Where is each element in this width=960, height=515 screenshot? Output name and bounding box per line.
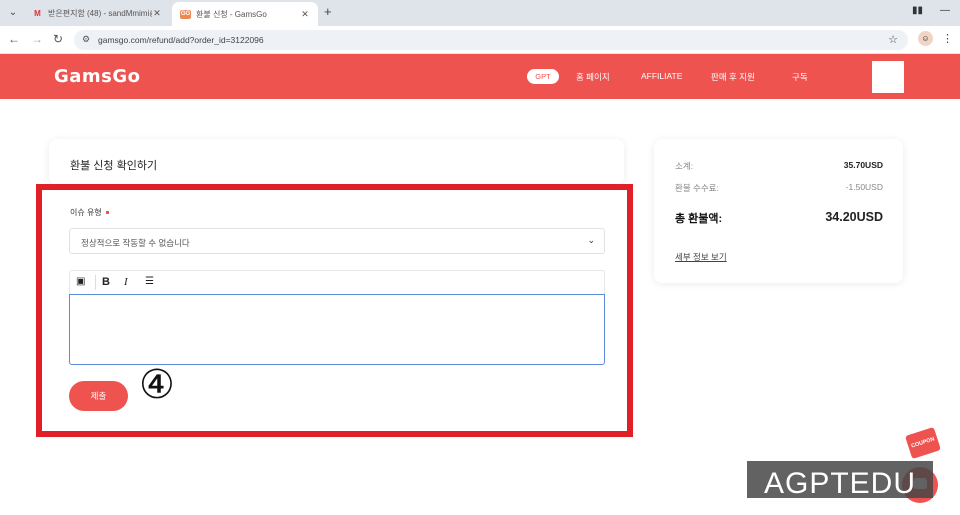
new-tab-icon[interactable]: + <box>324 4 332 19</box>
tab-title: 받은편지함 (48) - sandMmimi@... <box>48 8 152 18</box>
fee-label: 환불 수수료: <box>675 183 719 193</box>
issue-type-label-text: 이슈 유형 <box>70 208 102 217</box>
gamsgo-logo[interactable]: GamsGo <box>54 66 141 87</box>
view-details-link[interactable]: 세부 정보 보기 <box>675 251 727 263</box>
watermark: AGPTEDU <box>747 461 933 498</box>
fee-value: -1.50USD <box>845 182 883 192</box>
omnibox[interactable]: ⚙ gamsgo.com/refund/add?order_id=3122096… <box>74 30 908 50</box>
url-text[interactable]: gamsgo.com/refund/add?order_id=3122096 <box>98 35 264 45</box>
address-bar-row: ← → ↻ ⚙ gamsgo.com/refund/add?order_id=3… <box>0 26 960 54</box>
tab-gamsgo-active[interactable]: GG 환불 신청 - GamsGo ✕ <box>172 2 318 26</box>
issue-type-label: 이슈 유형 <box>70 207 109 218</box>
page-title: 환불 신청 확인하기 <box>70 160 158 172</box>
nav-subscription[interactable]: 구독 <box>792 71 808 83</box>
subtotal-value: 35.70USD <box>843 160 883 170</box>
tab-search-icon[interactable]: ⌄ <box>6 6 20 20</box>
coupon-badge[interactable]: COUPON <box>905 426 941 460</box>
total-value: 34.20USD <box>825 210 883 224</box>
list-icon[interactable]: ☰ <box>145 276 154 287</box>
site-header: GamsGo GPT 홈 페이지 AFFILIATE 판매 후 지원 구독 <box>0 54 960 99</box>
bold-icon[interactable]: B <box>102 276 110 288</box>
gmail-icon: M <box>34 8 41 18</box>
nav-home[interactable]: 홈 페이지 <box>576 71 610 83</box>
back-icon[interactable]: ← <box>8 32 20 46</box>
media-icon[interactable]: ▮▮ <box>912 5 923 16</box>
submit-button[interactable]: 제출 <box>69 381 128 411</box>
user-menu-button[interactable] <box>872 61 904 93</box>
subtotal-label: 소계: <box>675 161 694 171</box>
description-editor[interactable] <box>69 294 605 365</box>
nav-affiliate[interactable]: AFFILIATE <box>641 71 682 81</box>
reload-icon[interactable]: ↻ <box>53 32 63 46</box>
required-marker <box>105 211 109 215</box>
browser-tab-strip: ⌄ M 받은편지함 (48) - sandMmimi@... ✕ GG 환불 신… <box>0 0 960 26</box>
site-info-icon[interactable]: ⚙ <box>82 34 90 45</box>
total-label: 총 환불액: <box>675 213 723 225</box>
close-icon[interactable]: ✕ <box>152 8 162 19</box>
nav-support[interactable]: 판매 후 지원 <box>711 71 755 83</box>
minimize-icon[interactable]: — <box>940 5 950 16</box>
close-icon[interactable]: ✕ <box>300 9 310 20</box>
step-number-annotation: ④ <box>139 362 175 408</box>
refund-title-card: 환불 신청 확인하기 <box>49 139 624 185</box>
image-icon[interactable]: ▣ <box>76 276 85 287</box>
editor-toolbar: ▣ B I ☰ <box>69 270 605 294</box>
chevron-down-icon: ⌄ <box>587 235 595 245</box>
issue-type-value: 정상적으로 작동할 수 없습니다 <box>81 238 190 248</box>
issue-type-select[interactable]: 정상적으로 작동할 수 없습니다 ⌄ <box>69 228 605 254</box>
menu-kebab-icon[interactable]: ⋮ <box>942 32 953 45</box>
bookmark-star-icon[interactable]: ☆ <box>888 33 898 46</box>
gpt-pill-button[interactable]: GPT <box>527 69 559 84</box>
italic-icon[interactable]: I <box>124 276 128 288</box>
profile-avatar[interactable]: ☺ <box>918 31 933 46</box>
gamsgo-icon: GG <box>180 9 191 19</box>
tab-title: 환불 신청 - GamsGo <box>196 9 267 19</box>
toolbar-divider <box>95 275 96 290</box>
forward-icon[interactable]: → <box>31 32 43 46</box>
tab-gmail[interactable]: M 받은편지함 (48) - sandMmimi@... ✕ <box>24 2 170 24</box>
refund-summary-card: 소계: 35.70USD 환불 수수료: -1.50USD 총 환불액: 34.… <box>654 139 903 283</box>
